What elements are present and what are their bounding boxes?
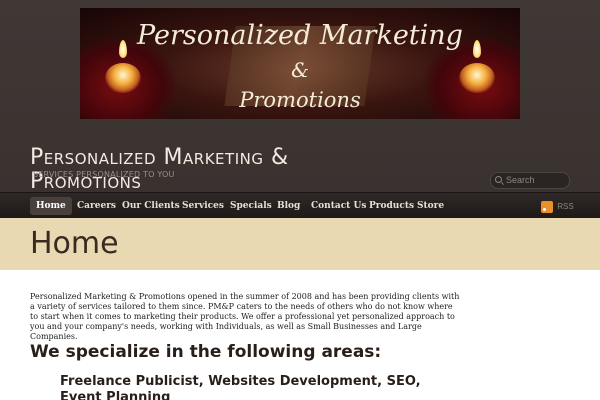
nav-item-specials[interactable]: Specials [224, 197, 278, 215]
specialties-list-heading: Freelance Publicist, Websites Developmen… [60, 374, 421, 400]
nav-item-blog[interactable]: Blog [271, 197, 306, 215]
rss-link[interactable]: RSS [541, 201, 574, 213]
page-title-bar: Home [0, 218, 600, 270]
nav-item-careers[interactable]: Careers [71, 197, 122, 215]
header-banner-image[interactable]: Personalized Marketing & Promotions [80, 8, 520, 119]
banner-text-line1: Personalized Marketing [137, 20, 463, 51]
search-placeholder: Search [506, 175, 535, 185]
nav-item-services[interactable]: Services [176, 197, 230, 215]
nav-item-store[interactable]: Store [411, 197, 450, 215]
rss-icon [541, 201, 553, 213]
banner-text-line3: Promotions [239, 88, 361, 112]
main-content: Personalized Marketing & Promotions open… [0, 270, 600, 400]
specialties-heading: We specialize in the following areas: [30, 342, 382, 362]
search-input[interactable]: Search [490, 172, 570, 189]
banner-text-line2: & [291, 58, 309, 82]
search-icon [495, 176, 502, 183]
site-tagline: Services Personalized to You [33, 170, 175, 179]
nav-item-home[interactable]: Home [30, 197, 72, 215]
rss-label: RSS [557, 202, 574, 212]
intro-paragraph: Personalized Marketing & Promotions open… [30, 292, 460, 341]
main-nav: Home Careers Our Clients Services Specia… [0, 192, 600, 218]
page-title: Home [30, 226, 119, 261]
